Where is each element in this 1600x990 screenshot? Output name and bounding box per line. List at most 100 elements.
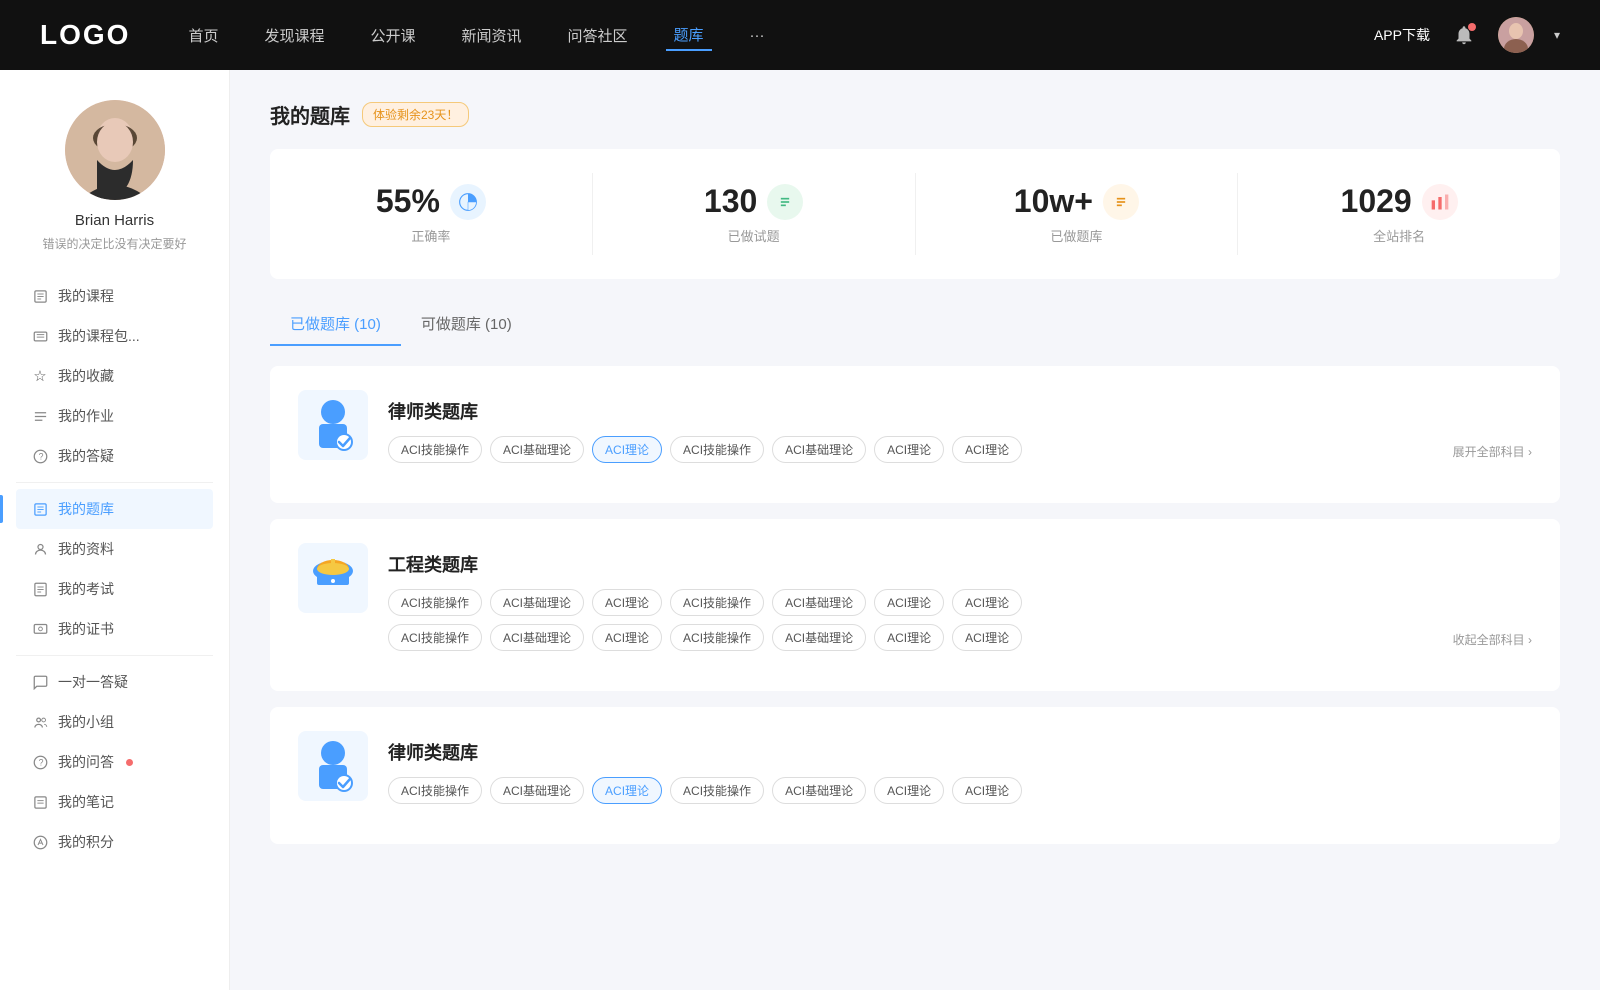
tag-3-3[interactable]: ACI技能操作	[670, 777, 764, 804]
main-content: 我的题库 体验剩余23天！ 55% 正确率	[230, 70, 1600, 990]
lawyer-icon-wrap-1	[298, 390, 368, 460]
sidebar-item-question-bank[interactable]: 我的题库	[16, 489, 213, 529]
sidebar-item-one-on-one-label: 一对一答疑	[58, 672, 128, 692]
sidebar-user-name: Brian Harris	[75, 212, 154, 229]
sidebar-item-one-on-one[interactable]: 一对一答疑	[16, 662, 213, 702]
tag-2-3[interactable]: ACI技能操作	[670, 589, 764, 616]
avatar-image	[1498, 17, 1534, 53]
sidebar-item-group[interactable]: 我的小组	[16, 702, 213, 742]
tag-2-1[interactable]: ACI基础理论	[490, 589, 584, 616]
lawyer-icon-2	[308, 739, 358, 794]
sidebar-item-profile[interactable]: 我的资料	[16, 529, 213, 569]
qa-icon: ?	[32, 448, 48, 464]
qbank-tags-engineer-row2: ACI技能操作 ACI基础理论 ACI理论 ACI技能操作 ACI基础理论 AC…	[388, 624, 1532, 651]
tab-available[interactable]: 可做题库 (10)	[401, 303, 532, 346]
tag-2-2[interactable]: ACI理论	[592, 589, 662, 616]
tag-2-0[interactable]: ACI技能操作	[388, 589, 482, 616]
sidebar-item-favorites[interactable]: ☆ 我的收藏	[16, 356, 213, 396]
sidebar-item-points-label: 我的积分	[58, 832, 114, 852]
stat-accuracy-icon	[450, 184, 486, 220]
tag-3-5[interactable]: ACI理论	[874, 777, 944, 804]
stat-done-icon	[767, 184, 803, 220]
avatar-dropdown-arrow[interactable]: ▾	[1554, 28, 1560, 42]
sidebar-item-course[interactable]: 我的课程	[16, 276, 213, 316]
tag-3-6[interactable]: ACI理论	[952, 777, 1022, 804]
sidebar-item-qa[interactable]: ? 我的答疑	[16, 436, 213, 476]
sidebar-item-homework-label: 我的作业	[58, 406, 114, 426]
sidebar-user-motto: 错误的决定比没有决定要好	[22, 235, 206, 252]
tag-2r2-6[interactable]: ACI理论	[952, 624, 1022, 651]
sidebar-item-profile-label: 我的资料	[58, 539, 114, 559]
tag-1-6[interactable]: ACI理论	[952, 436, 1022, 463]
stat-done-label: 已做试题	[728, 226, 780, 245]
tag-1-1[interactable]: ACI基础理论	[490, 436, 584, 463]
ranking-icon	[1430, 192, 1450, 212]
sidebar-item-my-qa[interactable]: ? 我的问答	[16, 742, 213, 782]
page-title-row: 我的题库 体验剩余23天！	[270, 100, 1560, 129]
sidebar-item-points[interactable]: 我的积分	[16, 822, 213, 862]
nav-question-bank[interactable]: 题库	[666, 20, 712, 51]
stat-banks-icon	[1103, 184, 1139, 220]
sidebar-avatar	[65, 100, 165, 200]
tag-2r2-3[interactable]: ACI技能操作	[670, 624, 764, 651]
qbank-title-engineer: 工程类题库	[388, 543, 1532, 577]
tag-2-5[interactable]: ACI理论	[874, 589, 944, 616]
tag-2r2-1[interactable]: ACI基础理论	[490, 624, 584, 651]
sidebar-item-certificate[interactable]: 我的证书	[16, 609, 213, 649]
nav-open-course[interactable]: 公开课	[362, 21, 423, 50]
tag-1-0[interactable]: ACI技能操作	[388, 436, 482, 463]
sidebar-item-course-pack[interactable]: 我的课程包...	[16, 316, 213, 356]
user-avatar[interactable]	[1498, 17, 1534, 53]
tag-1-2[interactable]: ACI理论	[592, 436, 662, 463]
stat-accuracy-label: 正确率	[411, 226, 450, 245]
sidebar-item-homework[interactable]: 我的作业	[16, 396, 213, 436]
expand-link-1[interactable]: 展开全部科目 ›	[1453, 439, 1532, 460]
course-pack-icon	[32, 328, 48, 344]
sidebar-item-exam-label: 我的考试	[58, 579, 114, 599]
expand-link-2[interactable]: 收起全部科目 ›	[1453, 627, 1532, 648]
tag-3-2[interactable]: ACI理论	[592, 777, 662, 804]
sidebar-item-notes[interactable]: 我的笔记	[16, 782, 213, 822]
tab-done[interactable]: 已做题库 (10)	[270, 303, 401, 346]
navbar: LOGO 首页 发现课程 公开课 新闻资讯 问答社区 题库 ··· APP下载 …	[0, 0, 1600, 70]
tag-2r2-0[interactable]: ACI技能操作	[388, 624, 482, 651]
tag-3-1[interactable]: ACI基础理论	[490, 777, 584, 804]
stat-rank: 1029 全站排名	[1238, 173, 1560, 255]
sidebar-menu: 我的课程 我的课程包... ☆ 我的收藏 我的作业 ?	[0, 276, 229, 862]
page-body: Brian Harris 错误的决定比没有决定要好 我的课程 我的课程包... …	[0, 70, 1600, 990]
qa-badge-dot	[126, 759, 133, 766]
engineer-icon-wrap	[298, 543, 368, 613]
nav-discover[interactable]: 发现课程	[256, 21, 332, 50]
qbank-header-engineer: 工程类题库 ACI技能操作 ACI基础理论 ACI理论 ACI技能操作 ACI基…	[298, 543, 1532, 651]
nav-qa[interactable]: 问答社区	[560, 21, 636, 50]
stat-rank-icon	[1422, 184, 1458, 220]
stat-rank-label: 全站排名	[1373, 226, 1425, 245]
tag-2r2-4[interactable]: ACI基础理论	[772, 624, 866, 651]
stats-row: 55% 正确率 130	[270, 149, 1560, 279]
sidebar-item-favorites-label: 我的收藏	[58, 366, 114, 386]
tag-1-5[interactable]: ACI理论	[874, 436, 944, 463]
notification-bell[interactable]	[1450, 21, 1478, 49]
question-bank-icon	[32, 501, 48, 517]
tag-2r2-5[interactable]: ACI理论	[874, 624, 944, 651]
tag-3-0[interactable]: ACI技能操作	[388, 777, 482, 804]
tag-2r2-2[interactable]: ACI理论	[592, 624, 662, 651]
stat-rank-value: 1029	[1341, 183, 1412, 220]
stat-done-value: 130	[704, 183, 757, 220]
lawyer-icon-1	[308, 398, 358, 453]
tag-1-4[interactable]: ACI基础理论	[772, 436, 866, 463]
tag-2-4[interactable]: ACI基础理论	[772, 589, 866, 616]
sidebar-item-exam[interactable]: 我的考试	[16, 569, 213, 609]
tag-2-6[interactable]: ACI理论	[952, 589, 1022, 616]
sidebar-item-qa-label: 我的答疑	[58, 446, 114, 466]
svg-text:?: ?	[38, 757, 43, 767]
nav-news[interactable]: 新闻资讯	[454, 21, 530, 50]
sidebar-item-group-label: 我的小组	[58, 712, 114, 732]
tag-1-3[interactable]: ACI技能操作	[670, 436, 764, 463]
nav-home[interactable]: 首页	[180, 21, 226, 50]
app-download-button[interactable]: APP下载	[1374, 25, 1430, 45]
stat-done-top: 130	[704, 183, 803, 220]
nav-more[interactable]: ···	[742, 23, 773, 48]
tag-3-4[interactable]: ACI基础理论	[772, 777, 866, 804]
qbank-header-lawyer-1: 律师类题库 ACI技能操作 ACI基础理论 ACI理论 ACI技能操作 ACI基…	[298, 390, 1532, 463]
